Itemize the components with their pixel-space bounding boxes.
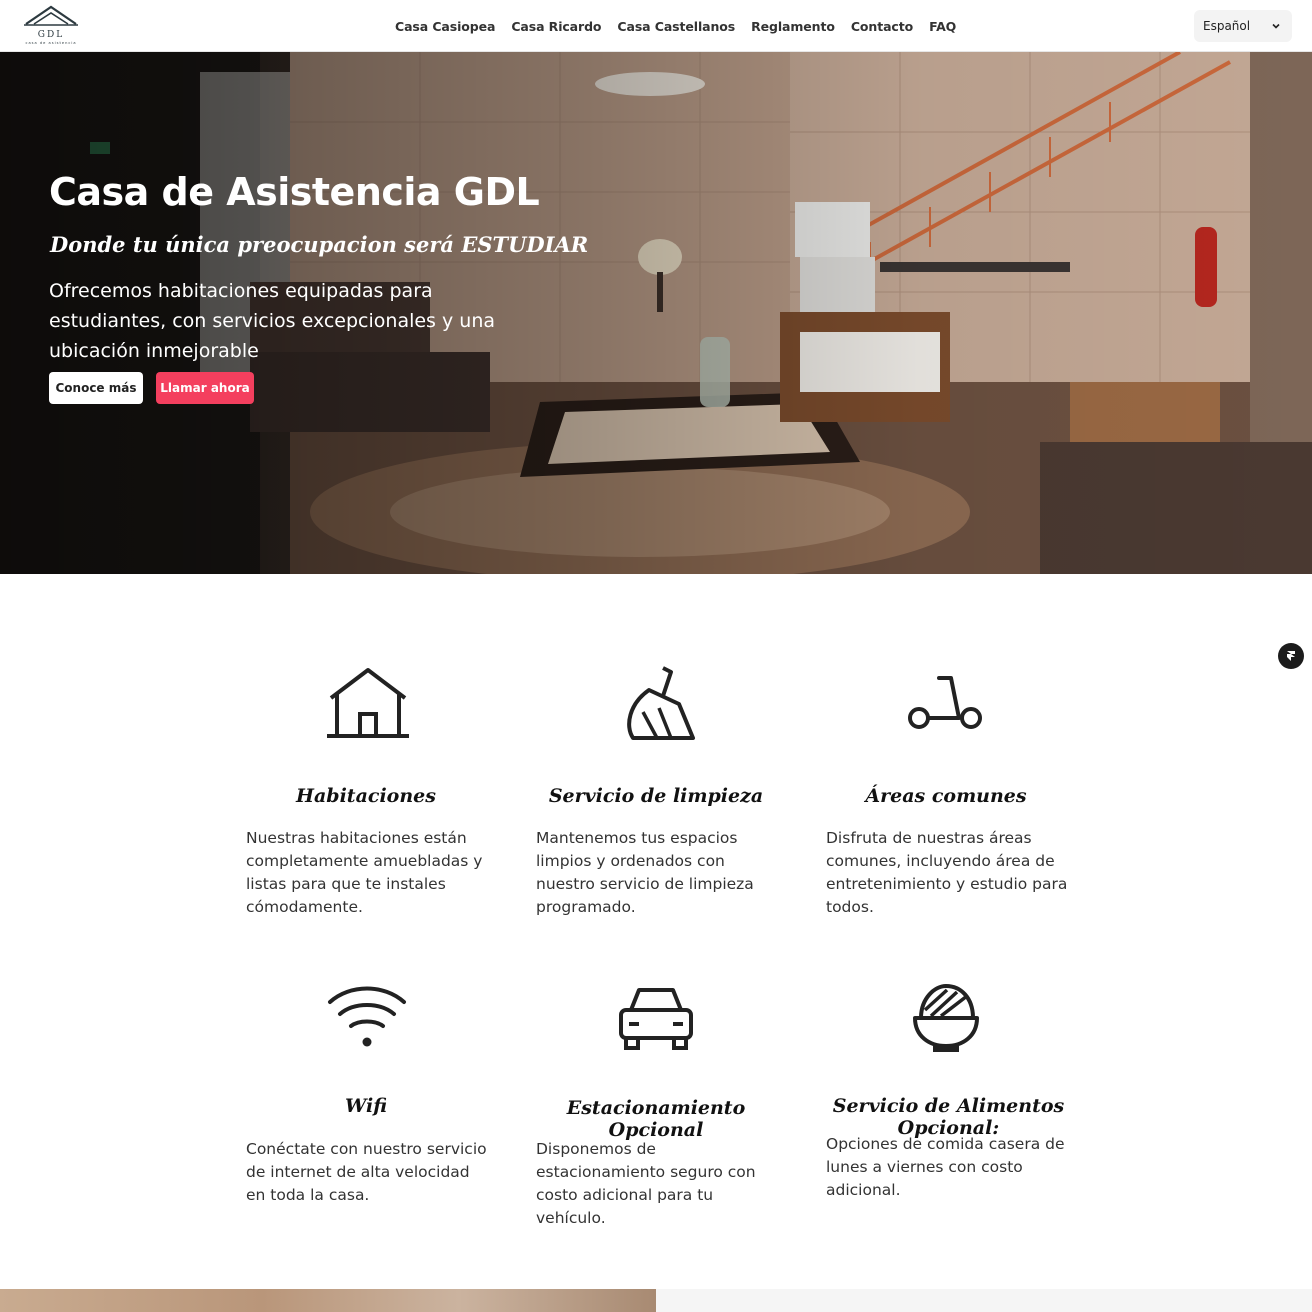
feature-text: Conéctate con nuestro servicio de intern… [246,1140,487,1204]
wifi-icon [322,980,412,1060]
scooter-icon [901,660,991,740]
nav-casa-castellanos[interactable]: Casa Castellanos [617,19,735,34]
framer-icon [1285,647,1297,666]
nav-faq[interactable]: FAQ [929,19,956,34]
feature-title: Áreas comunes [865,785,1027,807]
next-section-panel [656,1289,1312,1312]
nav-contacto[interactable]: Contacto [851,19,913,34]
feature-title: Habitaciones [296,785,436,807]
main-menu: Casa Casiopea Casa Ricardo Casa Castella… [387,0,964,52]
next-section-image [0,1289,656,1312]
svg-text:casa de asistencia: casa de asistencia [25,41,76,45]
top-navbar: GDL casa de asistencia Casa Casiopea Cas… [0,0,1312,52]
house-icon [323,660,413,740]
food-bowl-icon [901,980,991,1060]
call-now-button[interactable]: Llamar ahora [156,372,254,404]
chevron-down-icon [1270,20,1282,32]
feature-text: Nuestras habitaciones están completament… [246,829,483,916]
hero-title: Casa de Asistencia GDL [49,170,540,214]
feature-title: Servicio de limpieza [548,785,764,807]
hero-section: Casa de Asistencia GDL Donde tu única pr… [0,52,1312,574]
svg-text:GDL: GDL [38,30,64,40]
feature-text: Disfruta de nuestras áreas comunes, incl… [826,829,1068,916]
car-icon [611,980,701,1060]
feature-text: Disponemos de estacionamiento seguro con… [536,1140,756,1227]
feature-title: Estacionamiento Opcional [566,1097,746,1141]
broom-icon [613,660,703,740]
hero-description: Ofrecemos habitaciones equipadas para es… [49,280,495,362]
nav-casa-ricardo[interactable]: Casa Ricardo [511,19,601,34]
nav-reglamento[interactable]: Reglamento [751,19,835,34]
framer-badge-button[interactable] [1278,643,1304,669]
nav-casa-casiopea[interactable]: Casa Casiopea [395,19,495,34]
language-select[interactable]: Español [1194,10,1292,42]
feature-text: Mantenemos tus espacios limpios y ordena… [536,829,754,916]
learn-more-button[interactable]: Conoce más [49,372,143,404]
feature-title: Wifi [344,1095,388,1117]
feature-text: Opciones de comida casera de lunes a vie… [826,1135,1065,1199]
hero-subtitle: Donde tu única preocupacion será ESTUDIA… [50,232,589,257]
site-logo[interactable]: GDL casa de asistencia [22,4,80,46]
language-selected-value: Español [1203,19,1251,33]
